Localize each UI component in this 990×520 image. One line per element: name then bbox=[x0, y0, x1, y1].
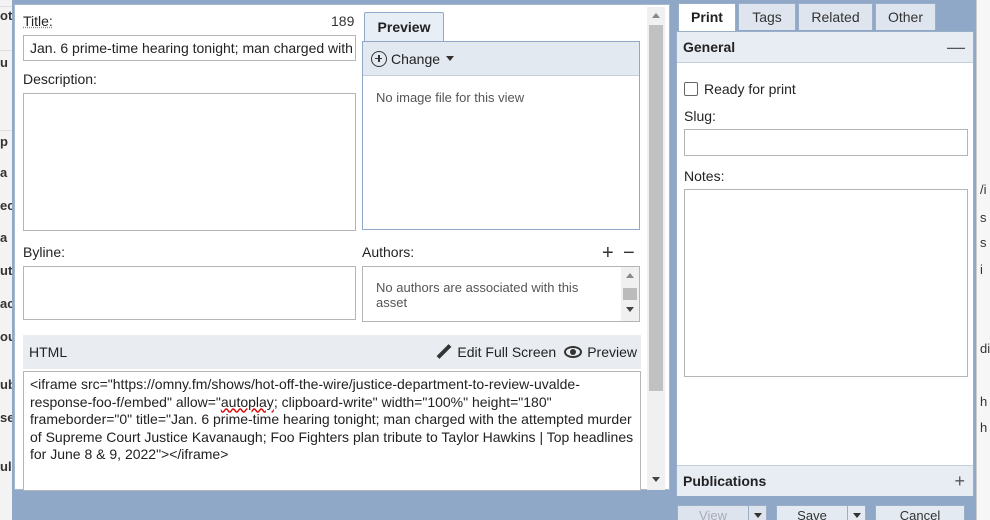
background-app-right: /i s s i di h h bbox=[976, 0, 990, 520]
spellcheck-word: autoplay bbox=[220, 393, 274, 410]
background-fragment: i bbox=[980, 262, 983, 277]
view-button-label: View bbox=[699, 508, 727, 520]
view-dropdown-toggle[interactable] bbox=[748, 506, 766, 520]
slug-input[interactable] bbox=[684, 129, 968, 156]
print-tab-content: General — Ready for print Slug: Notes: P… bbox=[676, 31, 974, 496]
ready-for-print-label: Ready for print bbox=[704, 81, 796, 97]
html-code-textarea[interactable]: <iframe src="https://omny.fm/shows/hot-o… bbox=[23, 371, 641, 491]
scroll-down-arrow-icon[interactable] bbox=[626, 307, 634, 312]
html-preview-button[interactable]: Preview bbox=[564, 344, 637, 360]
edit-full-screen-button[interactable]: Edit Full Screen bbox=[436, 344, 556, 360]
background-fragment: ac bbox=[0, 296, 12, 311]
scroll-down-arrow-icon[interactable] bbox=[652, 477, 660, 482]
background-fragment: h bbox=[980, 394, 988, 409]
authors-empty-message: No authors are associated with this asse… bbox=[376, 280, 579, 310]
background-fragment: se bbox=[0, 410, 12, 425]
background-fragment: /i bbox=[980, 182, 987, 197]
scroll-thumb[interactable] bbox=[649, 25, 663, 391]
ready-for-print-row[interactable]: Ready for print bbox=[684, 81, 796, 97]
authors-label: Authors: bbox=[362, 244, 415, 260]
background-fragment: ou bbox=[0, 329, 12, 344]
background-fragment: ub bbox=[0, 377, 12, 392]
expand-icon[interactable]: + bbox=[954, 466, 965, 496]
properties-panel: Print Tags Related Other General — Ready… bbox=[676, 0, 976, 500]
save-button[interactable]: Save bbox=[776, 505, 866, 520]
change-dropdown-button[interactable]: Change bbox=[391, 51, 440, 67]
background-fragment: h bbox=[980, 420, 988, 435]
asset-editor-form: Title: 189 Jan. 6 prime-time hearing ton… bbox=[14, 4, 670, 491]
tab-print[interactable]: Print bbox=[678, 3, 736, 32]
byline-textarea[interactable] bbox=[23, 266, 356, 320]
background-fragment: ulu bbox=[0, 459, 12, 474]
tab-preview[interactable]: Preview bbox=[364, 12, 444, 42]
title-input[interactable]: Jan. 6 prime-time hearing tonight; man c… bbox=[23, 35, 356, 61]
save-dropdown-toggle[interactable] bbox=[847, 506, 865, 520]
publications-section-header[interactable]: Publications + bbox=[677, 465, 973, 496]
html-label: HTML bbox=[29, 344, 68, 360]
authors-list: No authors are associated with this asse… bbox=[362, 266, 640, 322]
publications-section-title: Publications bbox=[683, 473, 767, 489]
general-section-header[interactable]: General — bbox=[677, 32, 973, 63]
pencil-icon bbox=[436, 344, 452, 360]
scroll-up-arrow-icon[interactable] bbox=[626, 273, 634, 278]
editor-scrollbar[interactable] bbox=[647, 7, 665, 490]
notes-label: Notes: bbox=[684, 168, 725, 184]
notes-textarea[interactable] bbox=[684, 189, 968, 377]
add-circle-icon[interactable] bbox=[371, 50, 387, 67]
eye-icon bbox=[564, 346, 583, 358]
background-fragment: u bbox=[0, 55, 8, 70]
ready-for-print-checkbox[interactable] bbox=[684, 82, 698, 96]
title-label: Title: bbox=[23, 13, 53, 29]
background-fragment: p bbox=[0, 134, 8, 149]
byline-label: Byline: bbox=[23, 244, 66, 260]
background-fragment: a bbox=[0, 230, 8, 245]
background-fragment: ec bbox=[0, 198, 12, 213]
edit-full-screen-label: Edit Full Screen bbox=[457, 344, 557, 360]
view-button[interactable]: View bbox=[677, 505, 767, 520]
tab-tags[interactable]: Tags bbox=[738, 3, 796, 30]
save-button-label: Save bbox=[797, 508, 827, 520]
background-app-left: ot u p a ec a ut ac ou ub se ulu bbox=[0, 0, 12, 520]
cancel-button[interactable]: Cancel bbox=[875, 505, 965, 520]
html-preview-label: Preview bbox=[587, 344, 637, 360]
preview-toolbar: Change bbox=[363, 42, 639, 76]
description-textarea[interactable] bbox=[23, 93, 356, 231]
html-field-header: HTML Edit Full Screen Preview bbox=[23, 335, 641, 369]
background-fragment: ut bbox=[0, 263, 12, 278]
collapse-icon[interactable]: — bbox=[947, 32, 965, 62]
background-fragment: s bbox=[980, 210, 987, 225]
scroll-thumb[interactable] bbox=[623, 288, 637, 300]
background-fragment: a bbox=[0, 165, 8, 180]
scroll-up-arrow-icon[interactable] bbox=[652, 13, 660, 18]
tab-other[interactable]: Other bbox=[875, 3, 936, 30]
background-fragment: di bbox=[980, 341, 990, 356]
background-fragment: s bbox=[980, 235, 987, 250]
caret-down-icon[interactable] bbox=[446, 56, 455, 61]
title-char-counter: 189 bbox=[331, 13, 355, 29]
tab-related[interactable]: Related bbox=[798, 3, 873, 30]
description-label: Description: bbox=[23, 71, 97, 87]
image-preview-panel: Change No image file for this view bbox=[362, 41, 640, 230]
preview-empty-message: No image file for this view bbox=[376, 90, 525, 105]
slug-label: Slug: bbox=[684, 108, 716, 124]
add-author-button[interactable]: + bbox=[602, 243, 614, 263]
remove-author-button[interactable]: − bbox=[623, 243, 635, 263]
authors-scrollbar[interactable] bbox=[621, 267, 639, 321]
general-section-title: General bbox=[683, 39, 736, 55]
background-fragment: ot bbox=[0, 8, 12, 23]
